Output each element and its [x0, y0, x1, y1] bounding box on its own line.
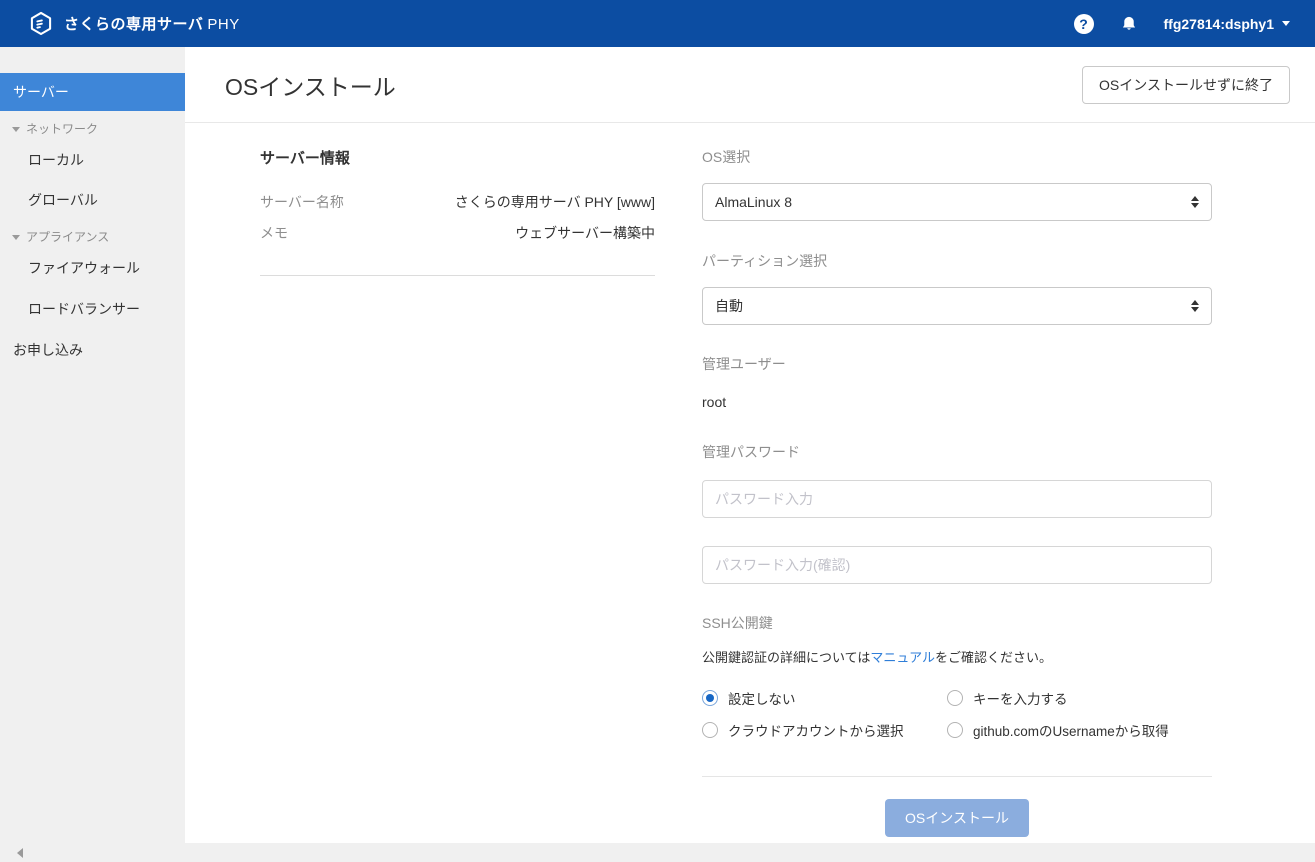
- ssh-option-cloud-account[interactable]: クラウドアカウントから選択: [702, 720, 947, 740]
- sidebar-item-local[interactable]: ローカル: [0, 152, 185, 168]
- server-memo-row: メモ ウェブサーバー構築中: [260, 223, 655, 243]
- server-info-panel: サーバー情報 サーバー名称 さくらの専用サーバ PHY [www] メモ ウェブ…: [260, 147, 655, 837]
- brand-title: さくらの専用サーバPHY: [64, 13, 240, 34]
- radio-icon[interactable]: [947, 722, 963, 738]
- admin-password-label: 管理パスワード: [702, 442, 1212, 462]
- ssh-option-none[interactable]: 設定しない: [702, 688, 947, 708]
- collapse-sidebar-icon[interactable]: [17, 848, 23, 858]
- content-body: サーバー情報 サーバー名称 さくらの専用サーバ PHY [www] メモ ウェブ…: [185, 123, 1315, 837]
- server-name-label: サーバー名称: [260, 192, 344, 212]
- account-menu[interactable]: ffg27814:dsphy1: [1164, 16, 1290, 32]
- submit-row: OSインストール: [702, 799, 1212, 837]
- radio-icon[interactable]: [702, 722, 718, 738]
- top-header: さくらの専用サーバPHY ? ffg27814:dsphy1: [0, 0, 1315, 47]
- password-input[interactable]: [702, 480, 1212, 518]
- partition-select-label: パーティション選択: [702, 251, 1212, 271]
- server-info-heading: サーバー情報: [260, 147, 655, 168]
- server-memo-label: メモ: [260, 223, 288, 243]
- manual-link[interactable]: マニュアル: [870, 650, 935, 665]
- admin-user-value: root: [702, 394, 1212, 410]
- ssh-key-label: SSH公開鍵: [702, 613, 1212, 633]
- main-content: OSインストール OSインストールせずに終了 サーバー情報 サーバー名称 さくら…: [185, 47, 1315, 843]
- ssh-option-github[interactable]: github.comのUsernameから取得: [947, 720, 1212, 740]
- radio-icon[interactable]: [947, 690, 963, 706]
- os-select-label: OS選択: [702, 147, 1212, 167]
- bottom-bar: [0, 843, 1315, 862]
- server-memo-value: ウェブサーバー構築中: [515, 223, 655, 243]
- ssh-note: 公開鍵認証の詳細についてはマニュアルをご確認ください。: [702, 647, 1212, 666]
- chevron-down-icon: [12, 127, 20, 132]
- radio-icon[interactable]: [702, 690, 718, 706]
- chevron-down-icon: [1282, 21, 1290, 26]
- page-header: OSインストール OSインストールせずに終了: [185, 47, 1315, 123]
- sidebar-group-appliance[interactable]: アプライアンス: [0, 229, 185, 245]
- sidebar-item-server[interactable]: サーバー: [0, 73, 185, 111]
- os-install-button[interactable]: OSインストール: [885, 799, 1029, 837]
- os-install-form: OS選択 AlmaLinux 8 パーティション選択 自動 管理ユーザー roo…: [702, 147, 1212, 837]
- bell-icon[interactable]: [1120, 15, 1138, 33]
- page-title: OSインストール: [225, 68, 396, 102]
- server-name-value: さくらの専用サーバ PHY [www]: [455, 192, 655, 212]
- sidebar: サーバー ネットワーク ローカル グローバル アプライアンス ファイアウォール …: [0, 47, 185, 862]
- server-name-row: サーバー名称 さくらの専用サーバ PHY [www]: [260, 192, 655, 212]
- sidebar-item-firewall[interactable]: ファイアウォール: [0, 260, 185, 276]
- ssh-option-group: 設定しない キーを入力する クラウドアカウントから選択 github.comのU…: [702, 688, 1212, 740]
- header-actions: ? ffg27814:dsphy1: [1074, 14, 1290, 34]
- sakura-logo-icon: [28, 11, 54, 37]
- brand: さくらの専用サーバPHY: [28, 11, 240, 37]
- admin-user-label: 管理ユーザー: [702, 354, 1212, 374]
- ssh-option-enter-key[interactable]: キーを入力する: [947, 688, 1212, 708]
- divider: [260, 275, 655, 276]
- sidebar-item-global[interactable]: グローバル: [0, 192, 185, 208]
- divider: [702, 776, 1212, 777]
- exit-without-install-button[interactable]: OSインストールせずに終了: [1082, 66, 1290, 104]
- select-arrows-icon: [1191, 196, 1199, 208]
- sidebar-item-loadbalancer[interactable]: ロードバランサー: [0, 301, 185, 317]
- chevron-down-icon: [12, 235, 20, 240]
- os-select[interactable]: AlmaLinux 8: [702, 183, 1212, 221]
- partition-select[interactable]: 自動: [702, 287, 1212, 325]
- help-icon[interactable]: ?: [1074, 14, 1094, 34]
- account-id: ffg27814:dsphy1: [1164, 16, 1274, 32]
- select-arrows-icon: [1191, 300, 1199, 312]
- password-confirm-input[interactable]: [702, 546, 1212, 584]
- sidebar-group-network[interactable]: ネットワーク: [0, 121, 185, 137]
- sidebar-item-signup[interactable]: お申し込み: [0, 342, 185, 358]
